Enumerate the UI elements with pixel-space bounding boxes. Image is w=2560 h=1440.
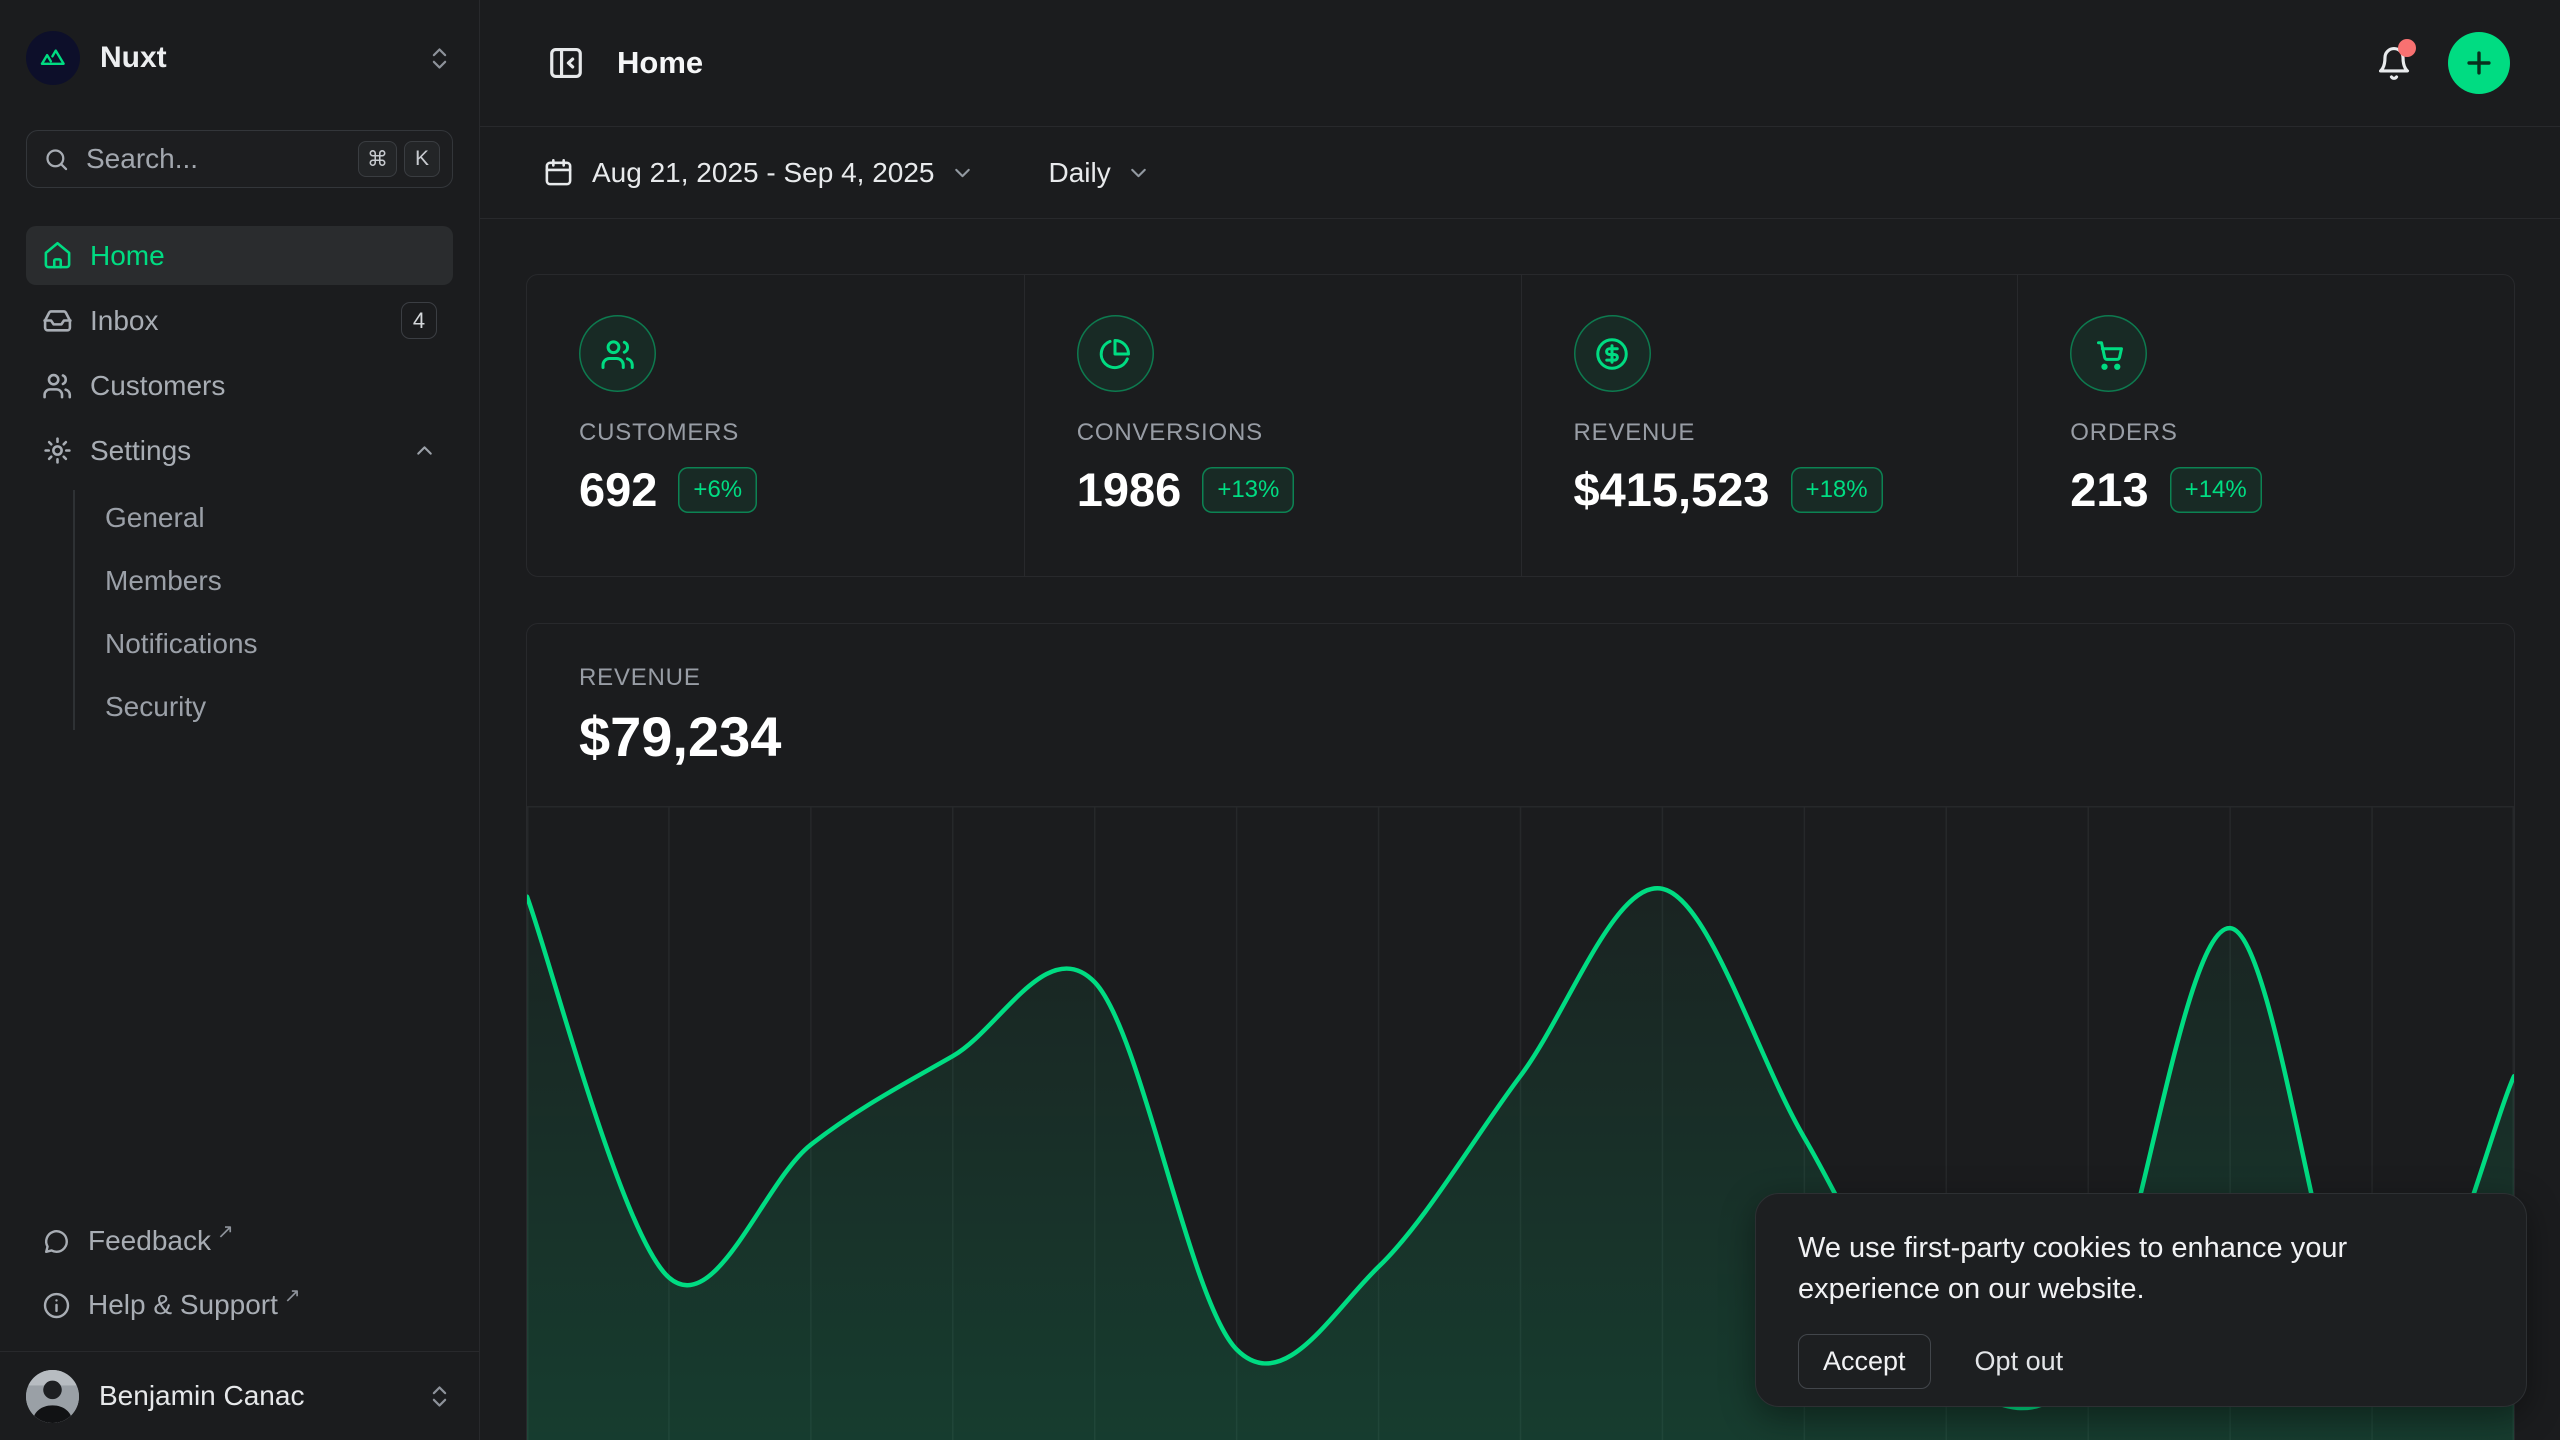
stat-label: ORDERS bbox=[2070, 419, 2484, 447]
stat-conversions: CONVERSIONS 1986 +13% bbox=[1024, 275, 1521, 576]
user-menu[interactable]: Benjamin Canac bbox=[0, 1351, 479, 1440]
page-header: Home bbox=[480, 0, 2560, 127]
sidebar-item-label: Home bbox=[90, 240, 165, 272]
stat-delta-badge: +14% bbox=[2170, 467, 2262, 513]
stat-label: CONVERSIONS bbox=[1077, 419, 1491, 447]
feedback-link[interactable]: Feedback ↗ bbox=[26, 1209, 453, 1273]
team-switcher[interactable]: Nuxt bbox=[26, 22, 453, 94]
sidebar-item-home[interactable]: Home bbox=[26, 226, 453, 285]
sidebar-item-label: Customers bbox=[90, 370, 225, 402]
nuxt-logo-icon bbox=[26, 31, 80, 85]
user-name: Benjamin Canac bbox=[99, 1380, 304, 1412]
add-button[interactable] bbox=[2448, 32, 2510, 94]
interval-value: Daily bbox=[1049, 157, 1111, 189]
stat-delta-badge: +18% bbox=[1791, 467, 1883, 513]
chevrons-up-down-icon bbox=[426, 45, 453, 72]
sub-item-label: Security bbox=[105, 691, 206, 723]
panel-left-close-icon bbox=[547, 44, 585, 82]
inbox-count-badge: 4 bbox=[401, 302, 437, 339]
circle-dollar-icon bbox=[1574, 315, 1651, 392]
calendar-icon bbox=[543, 157, 574, 188]
sub-item-label: Notifications bbox=[105, 628, 258, 660]
stat-delta-badge: +6% bbox=[678, 467, 757, 513]
stat-delta-badge: +13% bbox=[1202, 467, 1294, 513]
revenue-chart-total: $79,234 bbox=[579, 704, 2462, 769]
sidebar-item-label: Settings bbox=[90, 435, 191, 467]
cookie-accept-button[interactable]: Accept bbox=[1798, 1334, 1931, 1389]
footer-link-label: Feedback bbox=[88, 1225, 211, 1257]
date-range-value: Aug 21, 2025 - Sep 4, 2025 bbox=[592, 157, 935, 189]
sidebar-footer: Feedback ↗ Help & Support ↗ bbox=[26, 1209, 453, 1351]
kbd-k: K bbox=[404, 141, 440, 177]
cookie-optout-button[interactable]: Opt out bbox=[1975, 1346, 2064, 1377]
sidebar-nav: Home Inbox 4 Customers Settin bbox=[26, 226, 453, 738]
avatar bbox=[26, 1370, 79, 1423]
chevron-down-icon bbox=[1126, 160, 1151, 185]
cookie-banner: We use first-party cookies to enhance yo… bbox=[1755, 1193, 2527, 1407]
footer-link-label: Help & Support bbox=[88, 1289, 278, 1321]
revenue-chart-label: REVENUE bbox=[579, 664, 2462, 692]
plus-icon bbox=[2462, 46, 2496, 80]
settings-sub-nav: General Members Notifications Security bbox=[26, 486, 453, 738]
sidebar-item-customers[interactable]: Customers bbox=[26, 356, 453, 415]
kbd-cmd: ⌘ bbox=[358, 141, 397, 177]
sidebar-item-inbox[interactable]: Inbox 4 bbox=[26, 291, 453, 350]
stat-revenue: REVENUE $415,523 +18% bbox=[1521, 275, 2018, 576]
date-range-picker[interactable]: Aug 21, 2025 - Sep 4, 2025 bbox=[543, 157, 975, 189]
sidebar-item-general[interactable]: General bbox=[26, 486, 453, 549]
stat-customers: CUSTOMERS 692 +6% bbox=[527, 275, 1024, 576]
info-circle-icon bbox=[42, 1291, 71, 1320]
cookie-message: We use first-party cookies to enhance yo… bbox=[1798, 1228, 2428, 1310]
sub-item-label: Members bbox=[105, 565, 222, 597]
stat-label: CUSTOMERS bbox=[579, 419, 994, 447]
search-icon bbox=[43, 146, 70, 173]
pie-chart-icon bbox=[1077, 315, 1154, 392]
stat-value: 1986 bbox=[1077, 462, 1182, 517]
inbox-icon bbox=[42, 305, 73, 336]
sidebar-item-security[interactable]: Security bbox=[26, 675, 453, 738]
sidebar-item-members[interactable]: Members bbox=[26, 549, 453, 612]
stat-value: 213 bbox=[2070, 462, 2148, 517]
sidebar-item-settings[interactable]: Settings bbox=[26, 421, 453, 480]
chevrons-up-down-icon bbox=[426, 1383, 453, 1410]
message-bubble-icon bbox=[42, 1227, 71, 1256]
notification-dot bbox=[2398, 39, 2416, 57]
shopping-cart-icon bbox=[2070, 315, 2147, 392]
users-icon bbox=[579, 315, 656, 392]
sidebar-item-notifications[interactable]: Notifications bbox=[26, 612, 453, 675]
page-title: Home bbox=[617, 45, 703, 81]
external-link-icon: ↗ bbox=[217, 1219, 234, 1244]
sidebar: Nuxt ⌘ K Home Inbox 4 bbox=[0, 0, 480, 1440]
interval-select[interactable]: Daily bbox=[1049, 157, 1151, 189]
users-icon bbox=[42, 370, 73, 401]
chevron-up-icon bbox=[412, 438, 437, 463]
stat-label: REVENUE bbox=[1574, 419, 1988, 447]
team-name: Nuxt bbox=[100, 41, 167, 75]
stat-orders: ORDERS 213 +14% bbox=[2017, 275, 2514, 576]
help-support-link[interactable]: Help & Support ↗ bbox=[26, 1273, 453, 1337]
external-link-icon: ↗ bbox=[284, 1283, 301, 1308]
sub-item-label: General bbox=[105, 502, 205, 534]
search-box[interactable]: ⌘ K bbox=[26, 130, 453, 188]
gear-icon bbox=[42, 435, 73, 466]
search-input[interactable] bbox=[86, 143, 351, 175]
sidebar-item-label: Inbox bbox=[90, 305, 159, 337]
stat-value: 692 bbox=[579, 462, 657, 517]
stat-value: $415,523 bbox=[1574, 462, 1770, 517]
stats-row: CUSTOMERS 692 +6% CONVERSIONS 1986 +13% bbox=[526, 274, 2515, 577]
sidebar-collapse-button[interactable] bbox=[543, 40, 589, 86]
home-icon bbox=[42, 240, 73, 271]
notifications-button[interactable] bbox=[2368, 37, 2420, 89]
chevron-down-icon bbox=[950, 160, 975, 185]
filters-toolbar: Aug 21, 2025 - Sep 4, 2025 Daily bbox=[480, 127, 2560, 219]
